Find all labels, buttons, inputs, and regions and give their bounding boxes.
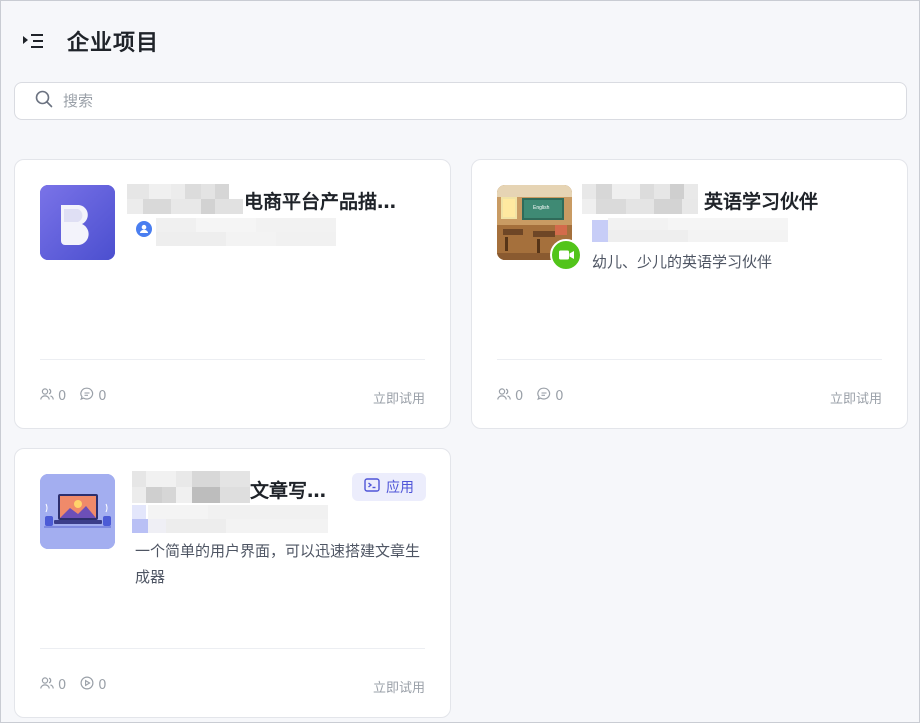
obscured-text — [127, 184, 243, 214]
project-title: 文章写… — [250, 480, 327, 502]
users-stat: 0 — [40, 676, 66, 694]
card-divider — [497, 359, 882, 360]
terminal-icon — [364, 477, 386, 497]
play-circle-icon — [80, 676, 98, 694]
project-card[interactable]: 电商平台产品描… 0 0 立即试用 — [14, 159, 451, 429]
search-input[interactable] — [61, 91, 845, 111]
obscured-author — [156, 218, 336, 246]
users-icon — [497, 387, 515, 405]
project-title: 电商平台产品描… — [244, 191, 397, 213]
svg-text:English: English — [533, 205, 550, 211]
messages-stat: 0 — [537, 387, 564, 405]
project-card[interactable]: 文章写… 应用 一个简单的用户界面，可以迅速搭建文章生成器 0 0 立即试用 — [14, 448, 451, 718]
page-header: 企业项目 — [21, 23, 159, 59]
card-stats: 0 0 — [40, 676, 121, 694]
obscured-author — [132, 505, 328, 533]
obscured-text — [132, 471, 252, 503]
page-title: 企业项目 — [67, 31, 160, 56]
chat-icon — [80, 387, 98, 405]
chat-icon — [537, 387, 555, 405]
project-logo — [40, 474, 115, 549]
messages-stat: 0 — [80, 387, 107, 405]
card-divider — [40, 648, 425, 649]
app-type-badge: 应用 — [352, 473, 426, 501]
project-description: 幼儿、少儿的英语学习伙伴 — [592, 253, 773, 271]
users-icon — [40, 676, 58, 694]
try-now-button[interactable]: 立即试用 — [373, 388, 425, 407]
project-description: 一个简单的用户界面，可以迅速搭建文章生成器 — [135, 542, 421, 586]
sidebar-toggle-icon[interactable] — [21, 29, 45, 53]
users-stat: 0 — [497, 387, 523, 405]
card-stats: 0 0 — [497, 387, 578, 405]
search-icon — [35, 90, 53, 112]
users-stat: 0 — [40, 387, 66, 405]
try-now-button[interactable]: 立即试用 — [830, 388, 882, 407]
obscured-text — [582, 184, 704, 214]
obscured-author — [592, 218, 792, 242]
users-icon — [40, 387, 58, 405]
card-stats: 0 0 — [40, 387, 121, 405]
video-badge-icon — [550, 239, 582, 275]
try-now-button[interactable]: 立即试用 — [373, 677, 425, 696]
search-box[interactable] — [14, 82, 907, 120]
project-title: 英语学习伙伴 — [704, 191, 819, 213]
card-divider — [40, 359, 425, 360]
project-logo — [40, 185, 115, 260]
project-card[interactable]: English 英语学习伙伴 幼儿、少儿的英语学习伙伴 0 0 立即试用 — [471, 159, 908, 429]
runs-stat: 0 — [80, 676, 107, 694]
author-avatar-icon — [136, 221, 152, 241]
